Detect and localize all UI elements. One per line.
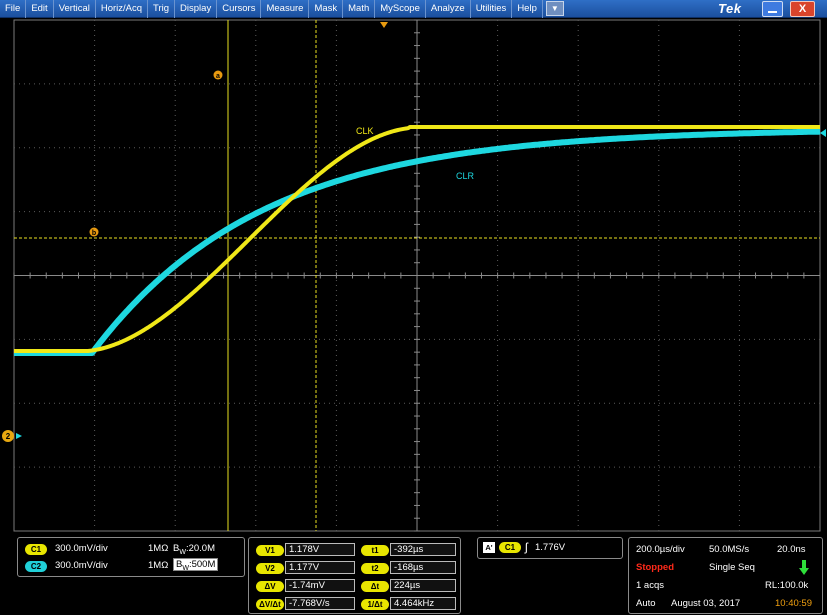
acquisition-count: 1 acqs [636,580,664,591]
t2-value: -168µs [390,561,456,574]
menu-myscope[interactable]: MyScope [375,0,426,18]
t1-value: -392µs [390,543,456,556]
menu-edit[interactable]: Edit [26,0,54,18]
menu-horiz-acq[interactable]: Horiz/Acq [96,0,149,18]
ch1-impedance: 1MΩ [148,543,169,554]
svg-text:a: a [216,73,220,80]
v2-value: 1.177V [285,561,355,574]
inv-dt-label: 1/Δt [361,599,389,610]
menu-bar: File Edit Vertical Horiz/Acq Trig Display Curs… [0,0,827,18]
trigger-panel[interactable]: A' C1 ʃ 1.776V [477,537,623,559]
cursor-a-marker[interactable]: a [213,70,223,81]
trigger-level: 1.776V [535,542,566,553]
time: 10:40:59 [775,598,812,609]
menu-help[interactable]: Help [512,0,543,18]
dvdt-value: -7.768V/s [285,597,355,610]
v2-label: V2 [256,563,284,574]
t2-label: t2 [361,563,389,574]
menu-analyze[interactable]: Analyze [426,0,471,18]
ch1-bandwidth: BW:20.0M [173,543,215,556]
menu-vertical[interactable]: Vertical [54,0,96,18]
cursor-readout-panel[interactable]: V1 1.178V V2 1.177V ΔV -1.74mV ΔV/Δt -7.… [248,537,461,614]
menu-trig[interactable]: Trig [148,0,176,18]
menu-utilities[interactable]: Utilities [471,0,513,18]
menu-math[interactable]: Math [343,0,376,18]
dt-label: Δt [361,581,389,592]
menu-file[interactable]: File [0,0,27,18]
trigger-slope-icon: ʃ [525,540,528,554]
minimize-button[interactable] [762,1,783,17]
sequence-mode: Single Seq [709,562,755,573]
trigger-mode-label: A' [483,542,495,553]
record-length: RL:100.0k [765,580,809,591]
inv-dt-value: 4.464kHz [390,597,456,610]
t1-label: t1 [361,545,389,556]
dv-value: -1.74mV [285,579,355,592]
v1-label: V1 [256,545,284,556]
single-seq-arrow-icon [799,560,809,576]
ch2-impedance: 1MΩ [148,560,169,571]
acquisition-panel[interactable]: 200.0µs/div 50.0MS/s 20.0ns Stopped Sing… [628,537,823,614]
channel-settings-panel[interactable]: C1 300.0mV/div 1MΩ BW:20.0M C2 300.0mV/d… [17,537,245,577]
sample-rate: 50.0MS/s [709,544,750,555]
waveform-display[interactable]: CLK CLR a b 2 [0,18,827,533]
close-button[interactable]: X [790,1,815,17]
dt-value: 224µs [390,579,456,592]
timebase: 200.0µs/div [636,544,685,555]
graticule [13,19,821,532]
ch2-waveform-label: CLR [456,171,475,181]
menu-cursors[interactable]: Cursors [217,0,262,18]
svg-text:2: 2 [6,432,11,441]
ch1-waveform-label: CLK [356,126,374,136]
resolution: 20.0ns [777,544,806,555]
ch1-pill[interactable]: C1 [25,544,47,555]
ch2-ground-marker[interactable]: 2 [2,430,22,442]
dv-label: ΔV [256,581,284,592]
menu-items: File Edit Vertical Horiz/Acq Trig Display Curs… [0,0,567,18]
run-state: Stopped [636,562,674,573]
menu-measure[interactable]: Measure [261,0,310,18]
dvdt-label: ΔV/Δt [256,599,284,610]
date: August 03, 2017 [671,598,741,609]
ch2-bandwidth: BW:500M [173,558,219,572]
status-panel: C1 300.0mV/div 1MΩ BW:20.0M C2 300.0mV/d… [0,533,827,615]
menu-dropdown-button[interactable]: ▼ [545,1,564,16]
tek-logo: Tek [718,1,742,16]
ch2-pill[interactable]: C2 [25,561,47,572]
v1-value: 1.178V [285,543,355,556]
svg-text:b: b [92,230,96,237]
menu-display[interactable]: Display [175,0,218,18]
trigger-mode: Auto [636,598,656,609]
menu-mask[interactable]: Mask [309,0,344,18]
ch1-scale: 300.0mV/div [55,543,108,554]
trigger-position-marker[interactable] [380,22,388,28]
ch2-scale: 300.0mV/div [55,560,108,571]
trigger-level-marker[interactable] [820,129,826,137]
trigger-source: C1 [499,542,521,553]
cursor-b-marker[interactable]: b [89,227,99,238]
